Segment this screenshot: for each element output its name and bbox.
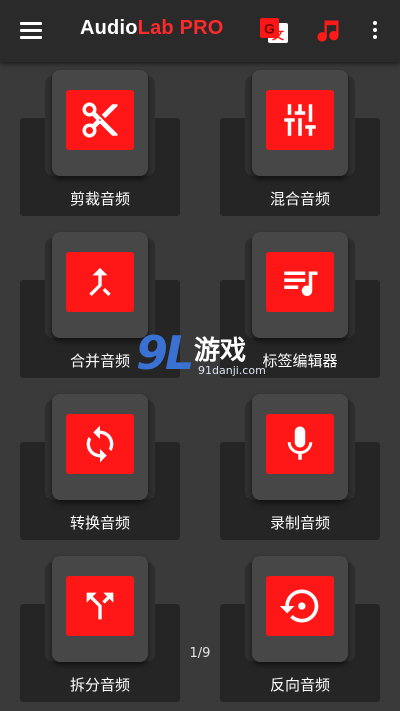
reverse-icon bbox=[266, 576, 334, 636]
app-title-part3: PRO bbox=[173, 17, 224, 39]
tile-split-audio[interactable]: 拆分音频 bbox=[20, 554, 180, 704]
merge-icon bbox=[66, 252, 134, 312]
mixer-icon bbox=[266, 90, 334, 150]
watermark-url: 91danji.com bbox=[198, 364, 266, 377]
convert-icon bbox=[66, 414, 134, 474]
music-note-icon[interactable] bbox=[314, 17, 342, 45]
tile-convert-audio[interactable]: 转换音频 bbox=[20, 392, 180, 542]
tile-label: 拆分音频 bbox=[69, 676, 130, 694]
tag-list-icon bbox=[266, 252, 334, 312]
app-title-part2: Lab bbox=[137, 17, 174, 39]
app-toolbar: AudioLab PRO 文 G bbox=[0, 0, 400, 62]
menu-icon[interactable] bbox=[20, 20, 42, 40]
app-title-part1: Audio bbox=[80, 17, 138, 39]
more-vert-icon[interactable] bbox=[366, 20, 384, 42]
tile-reverse-audio[interactable]: 反向音频 bbox=[220, 554, 380, 704]
tile-record-audio[interactable]: 录制音频 bbox=[220, 392, 380, 542]
app-title: AudioLab PRO bbox=[80, 17, 224, 40]
tile-label: 反向音频 bbox=[269, 676, 330, 694]
watermark-logo: 9L bbox=[136, 326, 194, 380]
tile-mix-audio[interactable]: 混合音频 bbox=[220, 68, 380, 218]
tile-label: 剪裁音频 bbox=[69, 190, 130, 208]
split-icon bbox=[66, 576, 134, 636]
page-indicator: 1/9 bbox=[189, 646, 211, 661]
watermark-text: 游戏 bbox=[194, 336, 247, 366]
svg-text:G: G bbox=[264, 21, 275, 37]
watermark: 9L 游戏 91danji.com bbox=[136, 326, 270, 382]
translate-icon[interactable]: 文 G bbox=[258, 16, 290, 46]
scissors-icon bbox=[66, 90, 134, 150]
tile-trim-audio[interactable]: 剪裁音频 bbox=[20, 68, 180, 218]
tile-label: 录制音频 bbox=[269, 514, 330, 532]
tile-label: 混合音频 bbox=[269, 190, 330, 208]
microphone-icon bbox=[266, 414, 334, 474]
tile-label: 转换音频 bbox=[69, 514, 130, 532]
